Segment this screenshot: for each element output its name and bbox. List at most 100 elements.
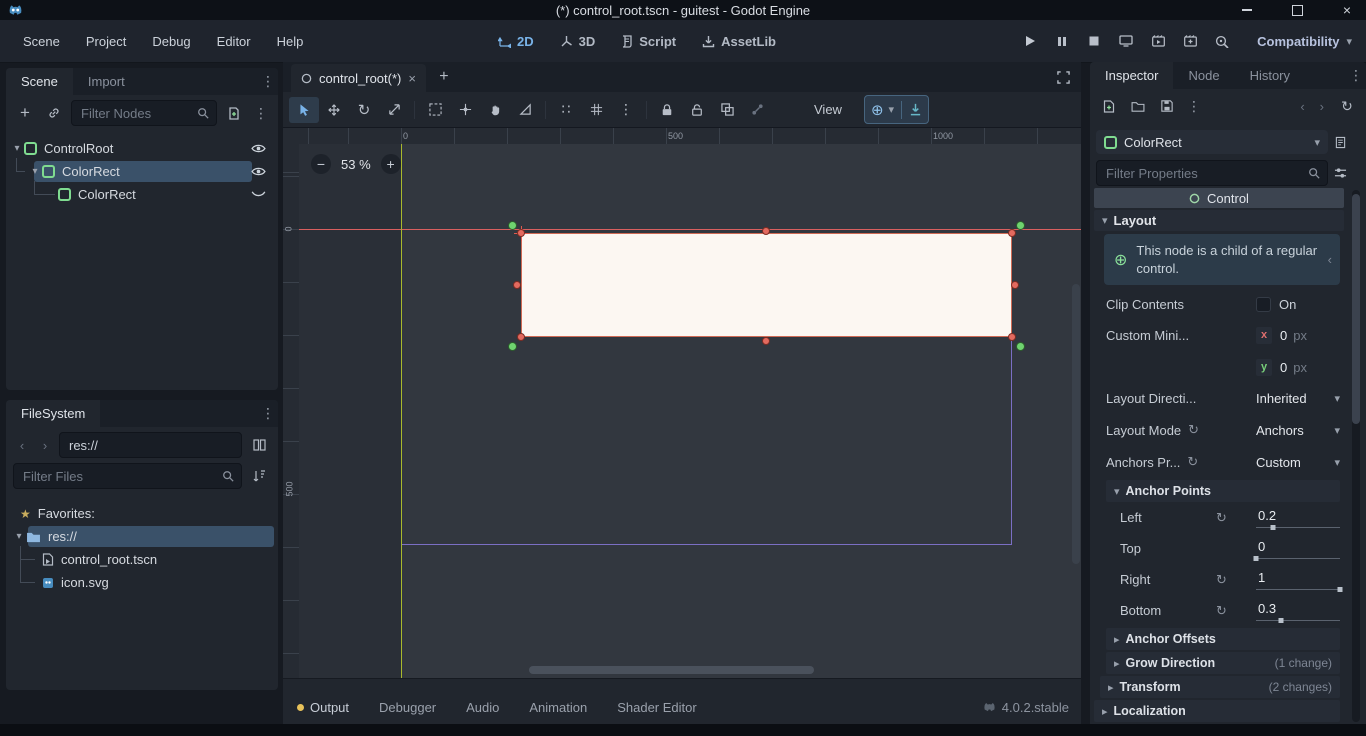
attach-script-button[interactable]: [222, 101, 246, 125]
file-filter-field[interactable]: [13, 463, 242, 489]
zoom-level[interactable]: 53 %: [341, 157, 371, 172]
workspace-script[interactable]: Script: [621, 34, 676, 49]
stop-button[interactable]: [1079, 28, 1109, 54]
tab-import[interactable]: Import: [73, 68, 140, 95]
chevron-left-icon[interactable]: ‹: [1328, 252, 1332, 267]
clip-contents-checkbox[interactable]: [1256, 296, 1271, 312]
file-row-tscn[interactable]: control_root.tscn: [6, 546, 278, 571]
object-history-icon[interactable]: ↻: [1335, 94, 1359, 118]
movie-maker-button[interactable]: [1207, 28, 1237, 54]
unlock-button[interactable]: [682, 97, 712, 123]
left-ruler[interactable]: 0 500: [283, 144, 299, 678]
open-docs-icon[interactable]: [1328, 130, 1352, 154]
resize-handle-top-left[interactable]: [517, 229, 525, 237]
ruler-tool-button[interactable]: [510, 97, 540, 123]
revert-icon[interactable]: ↻: [1216, 572, 1227, 588]
rotate-tool-button[interactable]: ↻: [349, 97, 379, 123]
container-sizing-icon[interactable]: [909, 103, 922, 116]
workspace-2d[interactable]: 2D: [498, 34, 534, 49]
chevron-down-icon[interactable]: ▾: [1334, 392, 1340, 405]
workspace-assetlib[interactable]: AssetLib: [702, 34, 776, 49]
resize-handle-bottom-left[interactable]: [517, 333, 525, 341]
zoom-out-button[interactable]: −: [311, 154, 331, 174]
resize-handle-bottom[interactable]: [762, 337, 770, 345]
anchor-handle-bottom-left[interactable]: [508, 342, 517, 351]
scale-tool-button[interactable]: [379, 97, 409, 123]
top-ruler[interactable]: 0 500 1000: [299, 128, 1081, 144]
collapse-icon[interactable]: ▾: [12, 531, 26, 542]
tree-row-colorrect-selected[interactable]: ▾ ColorRect: [6, 158, 278, 183]
path-field[interactable]: [59, 432, 242, 458]
resize-handle-left[interactable]: [513, 281, 521, 289]
scene-tab-control-root[interactable]: control_root(*) ×: [291, 64, 426, 92]
anchor-left-spinner[interactable]: 0.2: [1256, 508, 1340, 530]
property-filter-input[interactable]: [1104, 164, 1303, 182]
section-grow-direction[interactable]: ▸ Grow Direction (1 change): [1106, 652, 1340, 674]
slider-knob[interactable]: [1253, 555, 1259, 561]
property-filter-field[interactable]: [1096, 160, 1328, 186]
instance-scene-button[interactable]: [42, 101, 66, 125]
group-button[interactable]: [712, 97, 742, 123]
property-tools-icon[interactable]: [1328, 161, 1352, 185]
tab-inspector[interactable]: Inspector: [1090, 62, 1174, 89]
close-tab-icon[interactable]: ×: [408, 71, 416, 86]
res-root-row[interactable]: ▾ res://: [6, 525, 278, 548]
anchor-points-section[interactable]: ▾ Anchor Points: [1106, 480, 1340, 502]
nav-back-icon[interactable]: ‹: [13, 433, 31, 457]
tab-animation[interactable]: Animation: [529, 700, 587, 715]
layout-mode-dropdown[interactable]: Anchors: [1256, 423, 1304, 438]
expand-viewport-icon[interactable]: [1051, 65, 1075, 89]
menu-help[interactable]: Help: [264, 27, 317, 55]
chevron-down-icon[interactable]: ▾: [1334, 456, 1340, 469]
play-custom-scene-button[interactable]: [1175, 28, 1205, 54]
resize-handle-top-right[interactable]: [1008, 229, 1016, 237]
visibility-closed-eye-icon[interactable]: [251, 190, 266, 199]
section-transform[interactable]: ▸ Transform (2 changes): [1100, 676, 1340, 698]
layout-category[interactable]: ▾ Layout: [1094, 210, 1344, 231]
scene-dock-menu-icon[interactable]: ⋮: [258, 73, 278, 90]
sort-files-icon[interactable]: [247, 464, 271, 488]
new-resource-button[interactable]: [1097, 94, 1121, 118]
toggle-split-mode-icon[interactable]: [247, 433, 271, 457]
menu-scene[interactable]: Scene: [10, 27, 73, 55]
tab-audio[interactable]: Audio: [466, 700, 499, 715]
visibility-eye-icon[interactable]: [251, 166, 266, 177]
tab-debugger[interactable]: Debugger: [379, 700, 436, 715]
layout-direction-dropdown[interactable]: Inherited: [1256, 391, 1307, 406]
slider-knob[interactable]: [1337, 586, 1343, 592]
slider-knob[interactable]: [1270, 524, 1276, 530]
close-button[interactable]: ×: [1340, 2, 1354, 18]
file-row-svg[interactable]: icon.svg: [6, 558, 278, 594]
menu-debug[interactable]: Debug: [139, 27, 203, 55]
view-menu-button[interactable]: View: [806, 97, 850, 123]
anchor-handle-bottom-right[interactable]: [1016, 342, 1025, 351]
tree-row-colorrect-child[interactable]: ColorRect: [6, 181, 278, 206]
nav-forward-icon[interactable]: ›: [36, 433, 54, 457]
play-scene-button[interactable]: [1143, 28, 1173, 54]
load-resource-icon[interactable]: [1126, 94, 1150, 118]
colorrect-node[interactable]: [521, 233, 1012, 337]
tab-filesystem[interactable]: FileSystem: [6, 400, 101, 427]
revert-icon[interactable]: ↻: [1188, 422, 1199, 438]
anchor-right-spinner[interactable]: 1: [1256, 570, 1343, 592]
anchor-top-spinner[interactable]: 0: [1253, 539, 1340, 561]
snap-options-kebab-icon[interactable]: ⋮: [611, 97, 641, 123]
list-select-tool-button[interactable]: [420, 97, 450, 123]
scene-filter-field[interactable]: [71, 100, 217, 126]
pivot-tool-button[interactable]: [450, 97, 480, 123]
tree-row-controlroot[interactable]: ▾ ControlRoot: [6, 137, 278, 160]
skeleton-options-button[interactable]: [742, 97, 772, 123]
slider-knob[interactable]: [1278, 617, 1284, 623]
workspace-3d[interactable]: 3D: [560, 34, 595, 49]
tab-history[interactable]: History: [1235, 62, 1305, 89]
resize-handle-right[interactable]: [1011, 281, 1019, 289]
pause-button[interactable]: [1047, 28, 1077, 54]
filesystem-menu-icon[interactable]: ⋮: [258, 405, 278, 422]
anchor-preset-icon[interactable]: ⊕: [871, 101, 884, 119]
favorites-row[interactable]: ★ Favorites:: [6, 502, 278, 525]
remote-debug-button[interactable]: [1111, 28, 1141, 54]
inspector-dock-menu-icon[interactable]: ⋮: [1346, 67, 1366, 84]
vertical-scrollbar[interactable]: [1072, 284, 1080, 564]
x-value[interactable]: 0: [1280, 328, 1287, 343]
zoom-in-button[interactable]: +: [380, 154, 401, 174]
